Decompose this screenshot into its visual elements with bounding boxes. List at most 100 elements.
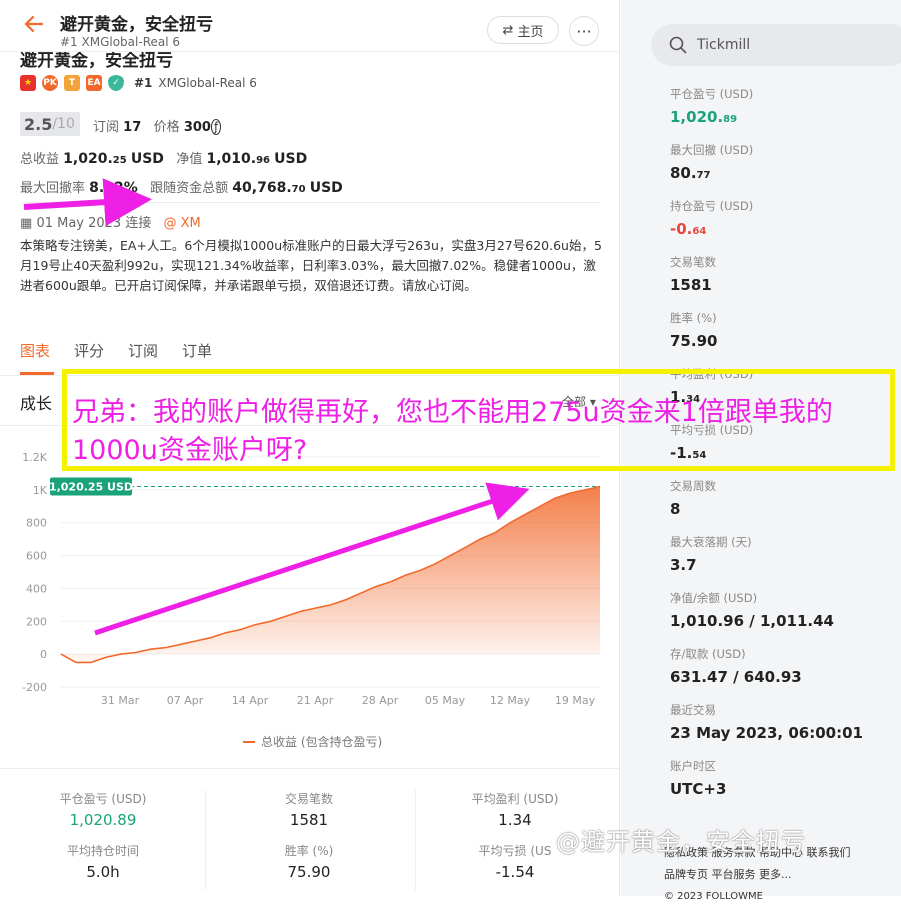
stat-value: 80.77 xyxy=(670,164,863,182)
annotation-line: 1000u资金账户呀? xyxy=(72,435,308,466)
tab-bar: 图表 评分 订阅 订单 xyxy=(20,340,212,361)
stat-value-main: 1581 xyxy=(670,276,712,294)
stat-value-main: 8 xyxy=(670,500,681,518)
stat-value-main: 80. xyxy=(670,164,697,182)
score-value: 2.5 xyxy=(24,114,53,134)
growth-label: 成长 xyxy=(20,394,53,413)
total-profit-label: 总收益 xyxy=(20,152,60,167)
copyright: © 2023 FOLLOWME xyxy=(664,891,763,902)
x-tick-label: 21 Apr xyxy=(297,694,334,707)
stat-value: 8 xyxy=(670,500,863,518)
follow-funds-value: 40,768. xyxy=(232,180,292,196)
stat-value: 23 May 2023, 06:00:01 xyxy=(670,724,863,742)
bottom-stat: 交易笔数 1581 xyxy=(239,790,379,829)
rank-label: #1 xyxy=(134,76,153,90)
stat-item: 交易笔数 1581 xyxy=(670,254,863,310)
stat-label: 平仓盈亏 (USD) xyxy=(59,792,147,806)
x-tick-label: 05 May xyxy=(425,694,466,707)
stat-label: 交易笔数 xyxy=(670,255,716,269)
legend-label: 总收益 (包含持仓盈亏) xyxy=(261,735,383,749)
account-label: XMGlobal-Real 6 xyxy=(158,76,257,90)
y-tick-label: 1K xyxy=(33,484,48,497)
stat-label: 胜率 (%) xyxy=(670,311,717,325)
page-title: 避开黄金，安全扭亏 xyxy=(60,15,213,35)
stat-value-main: 1,020. xyxy=(670,108,724,126)
stat-value: -1.54 xyxy=(495,863,535,881)
y-tick-label: 200 xyxy=(26,615,47,628)
bottom-stat: 平仓盈亏 (USD) 1,020.89 xyxy=(33,790,173,829)
tab-orders[interactable]: 订单 xyxy=(182,340,212,361)
home-button[interactable]: ⇄ 主页 xyxy=(487,16,559,44)
y-tick-label: 400 xyxy=(26,582,47,595)
stat-label: 交易笔数 xyxy=(284,792,333,806)
divider xyxy=(20,202,600,203)
y-tick-label: 1.2K xyxy=(22,451,47,464)
stat-label: 交易周数 xyxy=(670,479,716,493)
stat-value-main: 1,010.96 / 1,011.44 xyxy=(670,612,834,630)
header-bar: 避开黄金，安全扭亏 #1 XMGlobal-Real 6 ⇄ 主页 ··· xyxy=(0,0,619,52)
stat-value: 631.47 / 640.93 xyxy=(670,668,863,686)
stat-value: 1,020.89 xyxy=(670,108,863,126)
stat-value: 5.0h xyxy=(86,863,120,881)
equity-decimals: 96 xyxy=(256,155,270,166)
badge-row: ★ PK T EA ✓ #1 XMGlobal-Real 6 xyxy=(20,75,257,91)
stat-label: 平均盈利 (USD) xyxy=(471,792,559,806)
stat-label: 最大衰落期 (天) xyxy=(670,535,752,549)
search-input[interactable]: Tickmill xyxy=(651,24,901,66)
pk-badge-icon: PK xyxy=(42,75,58,91)
stat-item: 胜率 (%) 75.90 xyxy=(670,310,863,366)
stat-label: 持仓盈亏 (USD) xyxy=(670,199,754,213)
series-area xyxy=(61,486,600,663)
x-tick-label: 19 May xyxy=(555,694,596,707)
watermark: @避开黄金，安全扭亏 xyxy=(556,828,806,856)
home-button-label: 主页 xyxy=(517,24,544,40)
back-arrow-icon[interactable] xyxy=(22,12,46,36)
follow-funds-unit: USD xyxy=(309,180,343,196)
stat-item: 最大回撤 (USD) 80.77 xyxy=(670,142,863,198)
profit-equity-line: 总收益 1,020.25 USD 净值 1,010.96 USD xyxy=(20,148,307,167)
stat-item: 存/取款 (USD) 631.47 / 640.93 xyxy=(670,646,863,702)
equity-label: 净值 xyxy=(176,152,203,167)
t-badge-icon: T xyxy=(64,75,80,91)
max-drawdown-label: 最大回撤率 xyxy=(20,181,86,196)
stat-value: 1581 xyxy=(670,276,863,294)
stat-label: 账户时区 xyxy=(670,759,716,773)
stat-value-main: 75.90 xyxy=(670,332,718,350)
stat-value-main: UTC+3 xyxy=(670,780,727,798)
calendar-icon: ▦ xyxy=(20,216,33,231)
tab-chart[interactable]: 图表 xyxy=(20,340,50,361)
china-flag-icon: ★ xyxy=(20,75,36,91)
stat-value-main: -0. xyxy=(670,220,693,238)
stat-item: 最大衰落期 (天) 3.7 xyxy=(670,534,863,590)
stat-value: 75.90 xyxy=(670,332,863,350)
x-tick-label: 12 May xyxy=(490,694,531,707)
bottom-stat: 胜率 (%) 75.90 xyxy=(239,842,379,881)
x-tick-label: 07 Apr xyxy=(167,694,204,707)
stat-label: 最近交易 xyxy=(670,703,716,717)
stat-value: 1,020.89 xyxy=(69,811,137,829)
more-options-button[interactable]: ··· xyxy=(569,16,599,46)
stat-value-main: 631.47 / 640.93 xyxy=(670,668,802,686)
stat-item: 平仓盈亏 (USD) 1,020.89 xyxy=(670,86,863,142)
score-denominator: /10 xyxy=(52,116,75,132)
stat-value-decimals: 77 xyxy=(696,170,711,181)
y-tick-label: -200 xyxy=(22,681,47,694)
connect-date: ▦ 01 May 2023 连接 @ XM xyxy=(20,212,201,231)
equity-value: 1,010. xyxy=(206,151,257,167)
footer-links[interactable]: 品牌专页 平台服务 更多... xyxy=(664,864,851,886)
annotation-box: 兄弟：我的账户做得再好，您也不能用275u资金来1倍跟单我的 1000u资金账户… xyxy=(62,369,895,471)
broker-link[interactable]: @ XM xyxy=(163,216,200,231)
y-tick-label: 800 xyxy=(26,517,47,530)
tab-rating[interactable]: 评分 xyxy=(74,340,104,361)
total-profit-value: 1,020. xyxy=(63,151,113,167)
score-box: 2.5/10 xyxy=(20,112,80,136)
stat-value-decimals: 64 xyxy=(692,226,707,237)
stat-label: 胜率 (%) xyxy=(284,844,334,858)
tab-subscribe[interactable]: 订阅 xyxy=(128,340,158,361)
ea-badge-icon: EA xyxy=(86,75,102,91)
follow-funds-decimals: 70 xyxy=(291,184,306,195)
price-value: 300 xyxy=(183,120,211,135)
stat-value-main: 23 May 2023, 06:00:01 xyxy=(670,724,863,742)
x-tick-label: 14 Apr xyxy=(232,694,269,707)
page-subtitle: #1 XMGlobal-Real 6 xyxy=(60,35,181,49)
